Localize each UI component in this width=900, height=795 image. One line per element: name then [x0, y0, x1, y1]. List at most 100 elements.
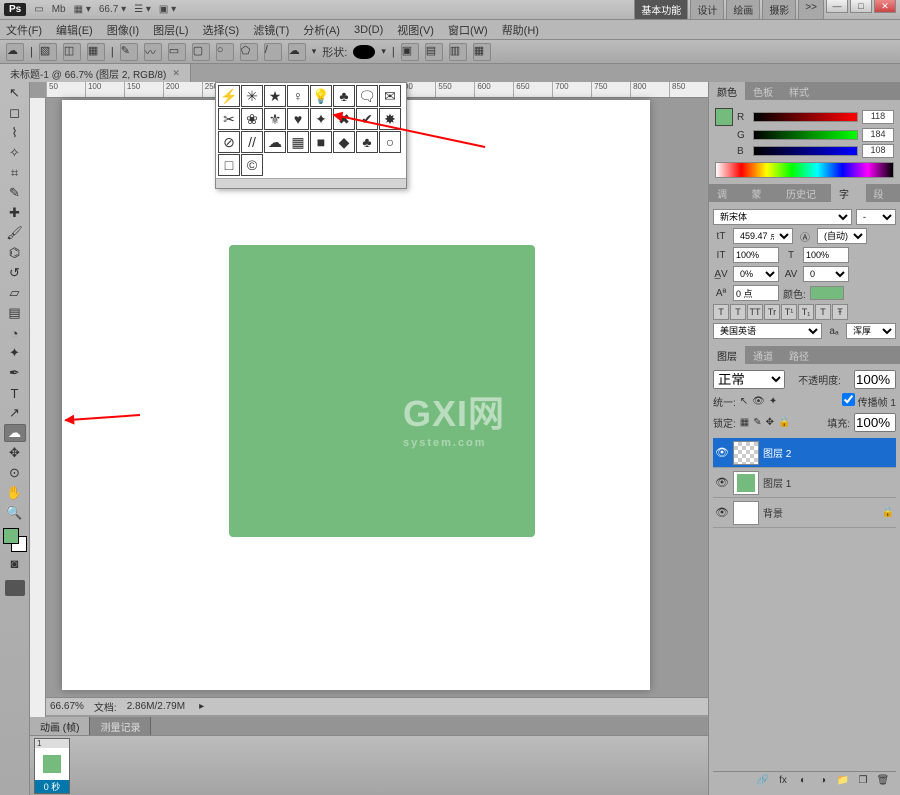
- pen-tool-icon[interactable]: ✒: [4, 364, 26, 382]
- baseline-input[interactable]: [733, 285, 779, 301]
- delete-layer-icon[interactable]: 🗑: [876, 775, 890, 789]
- gradient-tool-icon[interactable]: ▤: [4, 304, 26, 322]
- menu-edit[interactable]: 编辑(E): [56, 22, 93, 38]
- menu-select[interactable]: 选择(S): [203, 22, 240, 38]
- menu-view[interactable]: 视图(V): [397, 22, 434, 38]
- shape-cell[interactable]: ○: [379, 131, 401, 153]
- quickselect-tool-icon[interactable]: ✧: [4, 144, 26, 162]
- textcolor-swatch[interactable]: [810, 286, 844, 300]
- strike-button[interactable]: Ŧ: [832, 304, 848, 320]
- new-layer-icon[interactable]: ❐: [856, 775, 870, 789]
- dodge-tool-icon[interactable]: ✦: [4, 344, 26, 362]
- menu-filter[interactable]: 滤镜(T): [253, 22, 289, 38]
- window-close[interactable]: ✕: [874, 0, 896, 13]
- window-maximize[interactable]: □: [850, 0, 872, 13]
- arrange-docs-icon[interactable]: ▦ ▾: [74, 4, 91, 15]
- combine-subtract-icon[interactable]: ▤: [425, 43, 443, 61]
- close-tab-icon[interactable]: ✕: [172, 68, 180, 79]
- zoom-tool-icon[interactable]: 🔍: [4, 504, 26, 522]
- tab-swatches[interactable]: 色板: [745, 82, 781, 100]
- menu-window[interactable]: 窗口(W): [448, 22, 488, 38]
- workspace-painting[interactable]: 绘画: [726, 0, 760, 20]
- blend-mode-select[interactable]: 正常: [713, 370, 785, 389]
- r-slider[interactable]: [753, 112, 858, 122]
- menu-help[interactable]: 帮助(H): [502, 22, 539, 38]
- unify-style-icon[interactable]: ✦: [769, 396, 777, 407]
- screen-mode-icon[interactable]: ▭: [34, 4, 43, 15]
- kerning-select[interactable]: 0%: [733, 266, 779, 282]
- fill-pixels-icon[interactable]: ▦: [87, 43, 105, 61]
- menu-image[interactable]: 图像(I): [107, 22, 139, 38]
- fill-input[interactable]: [854, 413, 896, 432]
- zoom-level[interactable]: 66.7 ▾: [99, 4, 126, 15]
- tool-preset-icon[interactable]: ☁: [6, 43, 24, 61]
- shape-cell[interactable]: ✂: [218, 108, 240, 130]
- view-extras-icon[interactable]: ☰ ▾: [134, 4, 151, 15]
- smallcaps-button[interactable]: Tr: [764, 304, 780, 320]
- shape-cell[interactable]: ⊘: [218, 131, 240, 153]
- shape-cell[interactable]: ✉: [379, 85, 401, 107]
- shape-cell[interactable]: ✳: [241, 85, 263, 107]
- layer-row[interactable]: 👁 图层 1: [713, 468, 896, 498]
- ellipse-tool-icon[interactable]: ○: [216, 43, 234, 61]
- marquee-tool-icon[interactable]: ◻: [4, 104, 26, 122]
- combine-exclude-icon[interactable]: ▦: [473, 43, 491, 61]
- tab-paragraph[interactable]: 段落: [866, 184, 900, 202]
- shape-cell[interactable]: ♣: [333, 85, 355, 107]
- layer-name[interactable]: 背景: [763, 505, 783, 520]
- paths-icon[interactable]: ◫: [63, 43, 81, 61]
- tracking-select[interactable]: 0: [803, 266, 849, 282]
- vscale-input[interactable]: [733, 247, 779, 263]
- b-value[interactable]: 108: [862, 144, 894, 158]
- lock-all-icon[interactable]: 🔒: [778, 417, 790, 428]
- tab-styles[interactable]: 样式: [781, 82, 817, 100]
- frame-1[interactable]: 1 0 秒: [34, 738, 70, 794]
- tab-measurement[interactable]: 测量记录: [90, 717, 151, 735]
- shape-cell[interactable]: ❀: [241, 108, 263, 130]
- layer-thumb[interactable]: [733, 501, 759, 525]
- layer-mask-icon[interactable]: ◐: [796, 775, 810, 789]
- shape-preview[interactable]: [353, 45, 375, 59]
- combine-add-icon[interactable]: ▣: [401, 43, 419, 61]
- menu-layer[interactable]: 图层(L): [153, 22, 188, 38]
- shape-cell[interactable]: 🗨: [356, 85, 378, 107]
- move-tool-icon[interactable]: ↖: [4, 84, 26, 102]
- new-group-icon[interactable]: 📁: [836, 775, 850, 789]
- shape-cell[interactable]: ☁: [264, 131, 286, 153]
- polygon-tool-icon[interactable]: ⬠: [240, 43, 258, 61]
- rounded-rect-icon[interactable]: ▢: [192, 43, 210, 61]
- g-value[interactable]: 184: [862, 128, 894, 142]
- lock-pixels-icon[interactable]: ✎: [753, 417, 761, 428]
- document-tab[interactable]: 未标题-1 @ 66.7% (图层 2, RGB/8) ✕: [0, 64, 191, 82]
- shape-cell[interactable]: ♀: [287, 85, 309, 107]
- unify-position-icon[interactable]: ↖: [740, 396, 748, 407]
- link-layers-icon[interactable]: 🔗: [756, 775, 770, 789]
- color-spectrum[interactable]: [715, 162, 894, 178]
- tab-layers[interactable]: 图层: [709, 346, 745, 364]
- tab-character[interactable]: 字符: [831, 184, 866, 202]
- custom-shape-tool-icon[interactable]: ☁: [288, 43, 306, 61]
- rect-tool-icon[interactable]: ▭: [168, 43, 186, 61]
- italic-button[interactable]: T: [730, 304, 746, 320]
- allcaps-button[interactable]: TT: [747, 304, 763, 320]
- stamp-tool-icon[interactable]: ⌬: [4, 244, 26, 262]
- view-rulers-icon[interactable]: ▣ ▾: [159, 4, 176, 15]
- tab-color[interactable]: 颜色: [709, 82, 745, 100]
- layer-name[interactable]: 图层 2: [763, 445, 791, 460]
- unify-visibility-icon[interactable]: 👁: [752, 396, 765, 407]
- visibility-icon[interactable]: 👁: [715, 506, 729, 519]
- shape-cell[interactable]: ■: [310, 131, 332, 153]
- custom-shape-icon[interactable]: ☁: [4, 424, 26, 442]
- line-tool-icon[interactable]: /: [264, 43, 282, 61]
- lock-transparency-icon[interactable]: ▦: [740, 417, 749, 428]
- path-select-icon[interactable]: ↗: [4, 404, 26, 422]
- workspace-photo[interactable]: 摄影: [762, 0, 796, 20]
- status-menu-icon[interactable]: ▸: [199, 701, 204, 712]
- language-select[interactable]: 美国英语: [713, 323, 822, 339]
- shape-cell[interactable]: 💡: [310, 85, 332, 107]
- visibility-icon[interactable]: 👁: [715, 446, 729, 459]
- history-brush-icon[interactable]: ↺: [4, 264, 26, 282]
- g-slider[interactable]: [753, 130, 858, 140]
- tab-paths[interactable]: 路径: [781, 346, 817, 364]
- tab-channels[interactable]: 通道: [745, 346, 781, 364]
